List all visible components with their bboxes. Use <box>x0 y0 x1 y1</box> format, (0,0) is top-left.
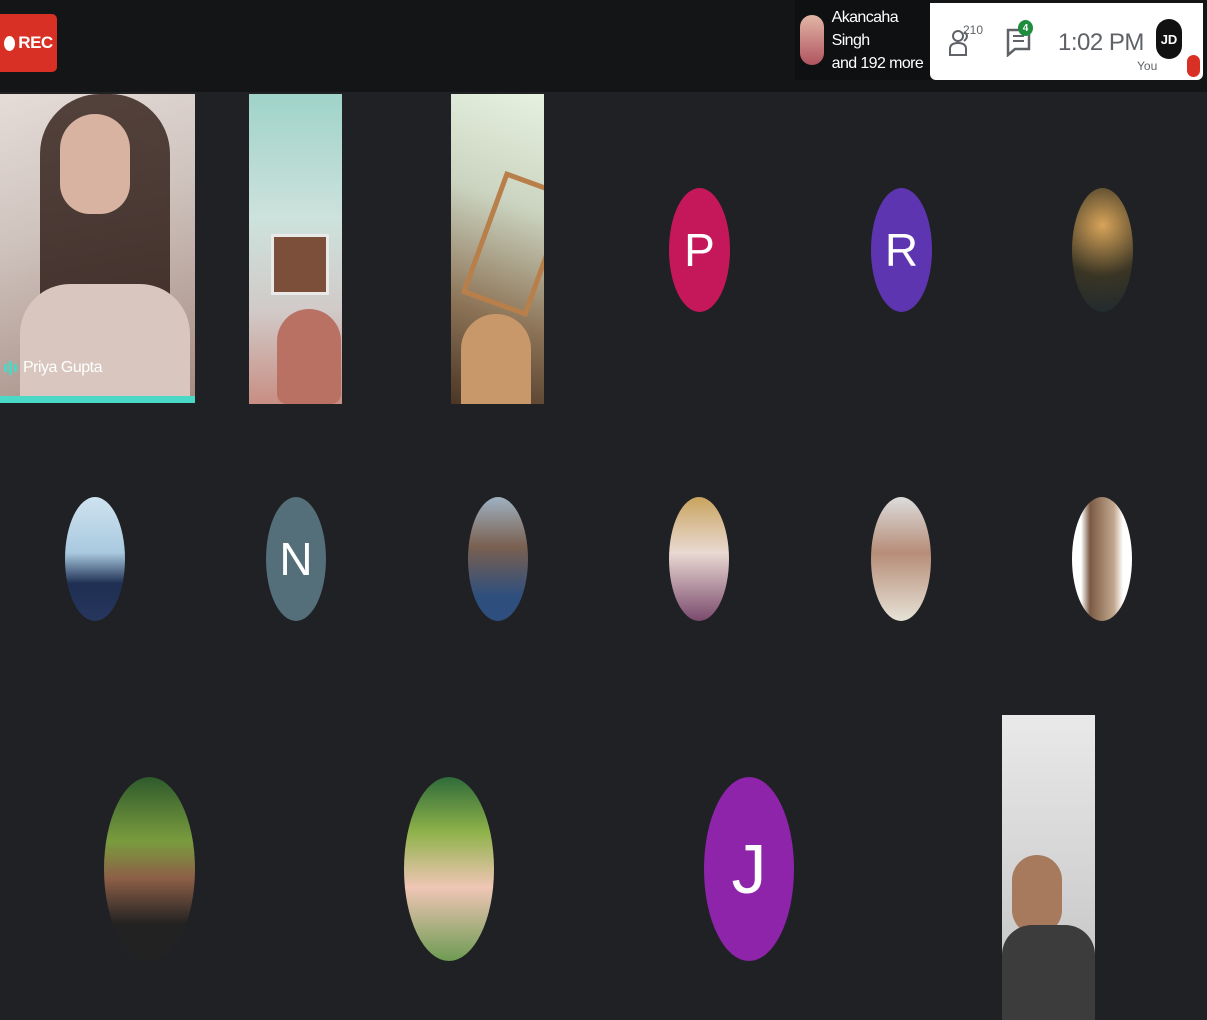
participant-avatar-photo[interactable] <box>871 497 931 621</box>
self-avatar[interactable]: JD <box>1156 19 1182 59</box>
rec-label: REC <box>18 33 53 52</box>
presenter-avatar <box>800 15 824 65</box>
avatar-letter: P <box>684 224 715 276</box>
presenter-name: Akancaha Singh <box>831 8 899 49</box>
participant-avatar-photo[interactable] <box>669 497 729 621</box>
participant-avatar-photo[interactable] <box>1072 188 1133 312</box>
avatar-letter: J <box>731 830 767 908</box>
participant-avatar-photo[interactable] <box>468 497 528 621</box>
participant-avatar-r[interactable]: R <box>871 188 932 312</box>
participant-avatar-photo[interactable] <box>1072 497 1132 621</box>
meeting-controls-panel: 210 4 1:02 PM JD You <box>930 3 1203 80</box>
participant-avatar-photo[interactable] <box>104 777 195 961</box>
video-tile[interactable] <box>249 94 342 404</box>
video-tile-priya-gupta[interactable]: Priya Gupta <box>0 94 195 403</box>
self-label: You <box>1137 59 1158 73</box>
recording-indicator[interactable]: REC <box>0 14 57 72</box>
participant-avatar-photo[interactable] <box>404 777 494 961</box>
video-tile[interactable] <box>1002 715 1095 1020</box>
participant-count: 210 <box>963 23 984 37</box>
avatar-letter: R <box>884 224 919 276</box>
avatar-letter: N <box>279 533 313 585</box>
chat-unread-badge: 4 <box>1018 20 1033 36</box>
presenter-info[interactable]: Akancaha Singh and 192 more <box>795 0 930 80</box>
video-tile[interactable] <box>451 94 544 404</box>
participant-avatar-j[interactable]: J <box>704 777 794 961</box>
participant-avatar-n[interactable]: N <box>266 497 326 621</box>
meeting-clock: 1:02 PM <box>1058 29 1144 56</box>
participant-avatar-photo[interactable] <box>65 497 125 621</box>
mic-off-icon[interactable] <box>1187 55 1200 77</box>
presenter-others: and 192 more <box>831 54 924 72</box>
participant-avatar-p[interactable]: P <box>669 188 730 312</box>
active-speaker-bar <box>0 396 195 403</box>
participant-name-tag: Priya Gupta <box>4 359 102 377</box>
speaking-indicator-icon <box>4 361 17 375</box>
record-dot-icon <box>4 35 16 51</box>
participant-name: Priya Gupta <box>23 359 102 376</box>
